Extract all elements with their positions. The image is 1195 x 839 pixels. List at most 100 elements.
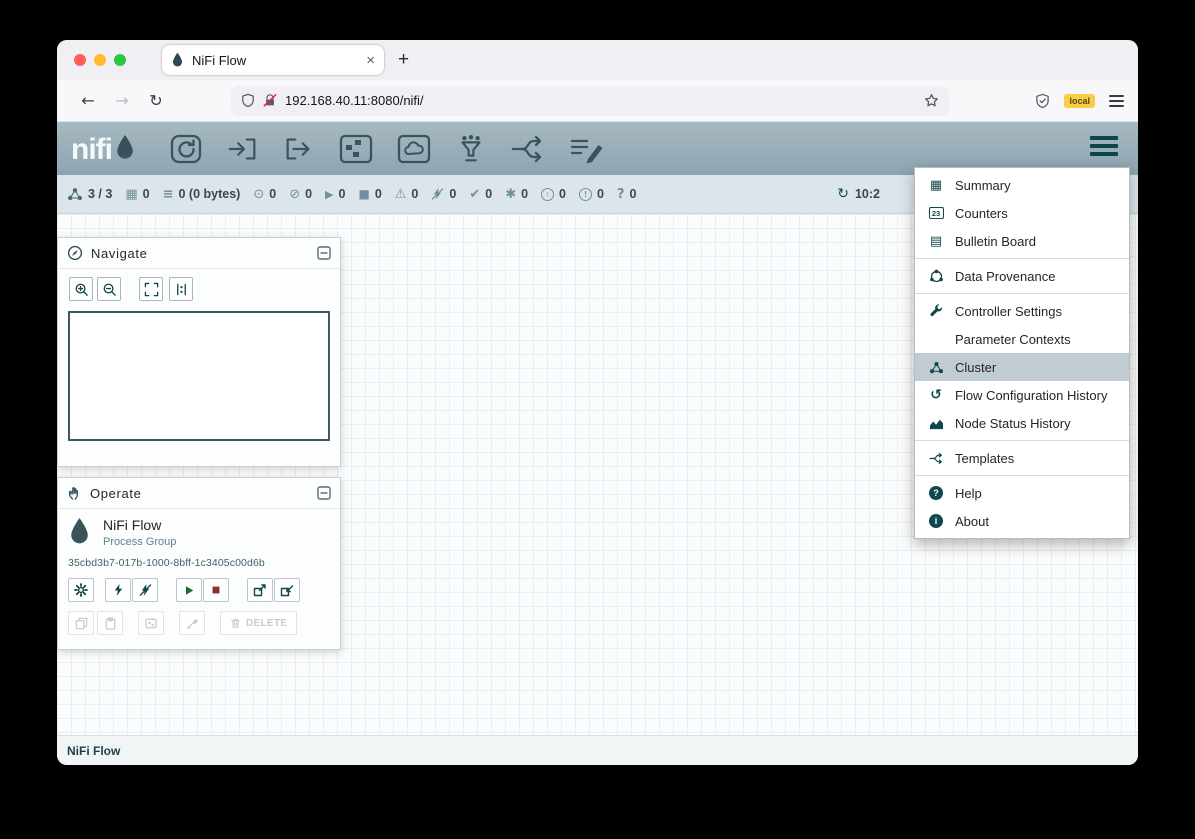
- menu-item-counters[interactable]: 23 Counters: [915, 199, 1129, 227]
- browser-tab[interactable]: NiFi Flow ×: [162, 45, 384, 75]
- paste-button[interactable]: [97, 611, 123, 635]
- navigate-panel: Navigate: [57, 237, 341, 467]
- stop-button[interactable]: [203, 578, 229, 602]
- menu-item-templates[interactable]: Templates: [915, 444, 1129, 472]
- menu-item-controller-settings[interactable]: Controller Settings: [915, 297, 1129, 325]
- help-icon: ?: [927, 486, 945, 500]
- profile-badge[interactable]: local: [1064, 94, 1095, 108]
- menu-separator: [915, 440, 1129, 441]
- menu-item-parameter-contexts[interactable]: Parameter Contexts: [915, 325, 1129, 353]
- disabled-icon: [431, 187, 444, 201]
- remote-process-group-component-button[interactable]: [396, 133, 432, 165]
- global-menu-button[interactable]: [1090, 136, 1118, 156]
- input-port-component-button[interactable]: [226, 133, 260, 165]
- zoom-in-button[interactable]: [69, 277, 93, 301]
- group-button[interactable]: [138, 611, 164, 635]
- active-threads-status: ▦ 0: [125, 187, 149, 201]
- data-provenance-icon: [927, 269, 945, 284]
- delete-button[interactable]: DELETE: [220, 611, 297, 635]
- create-template-button[interactable]: [247, 578, 273, 602]
- processor-component-button[interactable]: [168, 133, 204, 165]
- cluster-count: 3 / 3: [88, 187, 112, 201]
- breadcrumb[interactable]: NiFi Flow: [67, 744, 120, 758]
- stopped-status: ■ 0: [358, 187, 381, 201]
- funnel-component-button[interactable]: [454, 133, 488, 165]
- delete-button-label: DELETE: [246, 618, 287, 629]
- stale-status: ↑ 0: [541, 187, 566, 201]
- tab-strip: NiFi Flow × +: [57, 40, 1138, 80]
- selected-component-id: 35cbd3b7-017b-1000-8bff-1c3405c00d6b: [68, 557, 330, 569]
- bulletin-board-icon: ▤: [927, 234, 945, 249]
- fullscreen-window-button[interactable]: [114, 54, 126, 66]
- running-icon: ▶: [325, 189, 333, 200]
- cluster-status: 3 / 3: [67, 187, 112, 201]
- url-text[interactable]: 192.168.40.11:8080/nifi/: [285, 93, 916, 108]
- not-transmitting-icon: ⊘: [289, 188, 300, 201]
- wrench-icon: [927, 304, 945, 318]
- locally-modified-stale-status: ! 0: [579, 187, 604, 201]
- fill-color-button[interactable]: [179, 611, 205, 635]
- menu-item-cluster[interactable]: Cluster: [915, 353, 1129, 381]
- refresh-status[interactable]: ↻ 10:2: [837, 187, 880, 201]
- disable-button[interactable]: [132, 578, 158, 602]
- up-to-date-icon: ✔: [469, 188, 480, 201]
- new-tab-button[interactable]: +: [398, 49, 409, 71]
- tab-title: NiFi Flow: [192, 53, 358, 68]
- close-window-button[interactable]: [74, 54, 86, 66]
- minimize-window-button[interactable]: [94, 54, 106, 66]
- forward-button: →: [105, 91, 139, 110]
- sync-failure-status: ? 0: [617, 187, 637, 201]
- menu-item-flow-configuration-history[interactable]: ↺ Flow Configuration History: [915, 381, 1129, 409]
- output-port-component-button[interactable]: [282, 133, 316, 165]
- shield-icon[interactable]: [241, 93, 255, 108]
- not-transmitting-status: ⊘ 0: [289, 187, 312, 201]
- reload-button[interactable]: ↻: [139, 91, 173, 110]
- operate-buttons-row-2: DELETE: [68, 611, 330, 635]
- operate-panel-title: Operate: [90, 486, 142, 501]
- enable-button[interactable]: [105, 578, 131, 602]
- desktop-background: NiFi Flow × + ← → ↻ 19: [0, 0, 1195, 839]
- operate-panel-body: NiFi Flow Process Group 35cbd3b7-017b-10…: [58, 509, 340, 635]
- protection-shield-icon[interactable]: [1035, 93, 1050, 109]
- menu-separator: [915, 475, 1129, 476]
- navigate-panel-title: Navigate: [91, 246, 148, 261]
- selected-component-type: Process Group: [103, 536, 176, 548]
- menu-item-about[interactable]: i About: [915, 507, 1129, 535]
- template-component-button[interactable]: [510, 133, 546, 165]
- operate-panel: Operate NiFi Flow Process Group: [57, 477, 341, 650]
- menu-item-data-provenance[interactable]: Data Provenance: [915, 262, 1129, 290]
- browser-toolbar: ← → ↻ 192.168.40.11:8080/nifi/: [57, 80, 1138, 122]
- stale-icon: ↑: [541, 188, 554, 201]
- collapse-navigate-button[interactable]: [317, 246, 331, 260]
- transmitting-icon: ⊙: [253, 188, 264, 201]
- zoom-actual-button[interactable]: [169, 277, 193, 301]
- process-group-component-button[interactable]: [338, 133, 374, 165]
- birdseye-minimap[interactable]: [68, 311, 330, 441]
- configure-button[interactable]: [68, 578, 94, 602]
- url-bar[interactable]: 192.168.40.11:8080/nifi/: [231, 86, 949, 116]
- menu-item-help[interactable]: ? Help: [915, 479, 1129, 507]
- refresh-icon[interactable]: ↻: [837, 187, 849, 201]
- chart-icon: [927, 417, 945, 430]
- copy-button[interactable]: [68, 611, 94, 635]
- browser-menu-icon[interactable]: [1109, 95, 1124, 107]
- menu-item-summary[interactable]: ▦ Summary: [915, 171, 1129, 199]
- back-button[interactable]: ←: [71, 91, 105, 110]
- global-menu: ▦ Summary 23 Counters ▤ Bulletin Board D…: [914, 167, 1130, 539]
- queued-status: ≡ 0 (0 bytes): [163, 187, 241, 201]
- start-button[interactable]: [176, 578, 202, 602]
- sync-failure-icon: ?: [617, 188, 625, 201]
- window-controls: [74, 54, 126, 66]
- menu-item-bulletin-board[interactable]: ▤ Bulletin Board: [915, 227, 1129, 255]
- bookmark-star-icon[interactable]: [924, 93, 939, 108]
- menu-item-node-status-history[interactable]: Node Status History: [915, 409, 1129, 437]
- nifi-logo-drop-icon: [114, 134, 136, 163]
- insecure-lock-icon[interactable]: [263, 93, 277, 108]
- upload-template-button[interactable]: [274, 578, 300, 602]
- tab-close-icon[interactable]: ×: [366, 53, 375, 68]
- disabled-status: 0: [431, 187, 456, 201]
- collapse-operate-button[interactable]: [317, 486, 331, 500]
- zoom-out-button[interactable]: [97, 277, 121, 301]
- zoom-fit-button[interactable]: [139, 277, 163, 301]
- label-component-button[interactable]: [568, 133, 604, 165]
